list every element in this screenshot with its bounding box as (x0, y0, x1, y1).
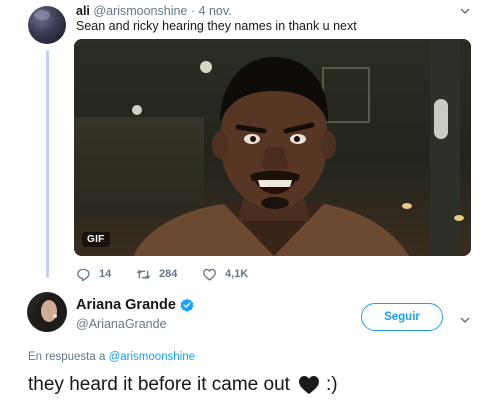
retweet-count: 284 (159, 268, 178, 280)
reply-icon (77, 268, 90, 281)
avatar[interactable] (28, 6, 66, 44)
display-name[interactable]: ali (76, 4, 90, 18)
heart-icon (203, 268, 216, 281)
reply-button[interactable]: 14 (76, 266, 111, 282)
avatar[interactable] (27, 292, 67, 332)
reply-context: En respuesta a @arismoonshine (28, 351, 195, 363)
gif-badge: GIF (82, 232, 110, 247)
verified-badge-icon (180, 298, 194, 312)
handle[interactable]: @arismoonshine (93, 4, 187, 18)
tweet-text: Sean and ricky hearing they names in tha… (76, 19, 357, 33)
chevron-down-icon[interactable] (459, 313, 471, 325)
chevron-down-icon[interactable] (459, 4, 471, 16)
tweet-header: ali @arismoonshine · 4 nov. (76, 4, 232, 18)
display-name-row: Ariana Grande (76, 297, 194, 313)
tweet-date[interactable]: 4 nov. (199, 4, 232, 18)
tweet-text-smiley: :) (325, 374, 338, 395)
reply-mention-link[interactable]: @arismoonshine (109, 351, 195, 363)
display-name[interactable]: Ariana Grande (76, 297, 176, 313)
reply-count: 14 (99, 268, 112, 280)
reply-prefix: En respuesta a (28, 351, 106, 363)
handle[interactable]: @ArianaGrande (76, 317, 167, 331)
tweet-text-main: they heard it before it came out (28, 374, 290, 395)
retweet-button[interactable]: 284 (136, 266, 177, 282)
tweet-text: they heard it before it came out :) (28, 374, 338, 396)
separator: · (190, 4, 196, 18)
avatar-highlight (34, 10, 50, 20)
avatar-earring (53, 314, 57, 318)
like-count: 4,1K (225, 268, 249, 280)
gif-person (134, 57, 409, 256)
like-button[interactable]: 4,1K (202, 266, 248, 282)
black-heart-icon (298, 375, 320, 395)
avatar-face (41, 300, 57, 322)
gif-media[interactable]: GIF (74, 39, 471, 256)
follow-button[interactable]: Seguir (361, 303, 443, 331)
retweet-icon (136, 269, 151, 279)
thread-line (46, 50, 49, 278)
